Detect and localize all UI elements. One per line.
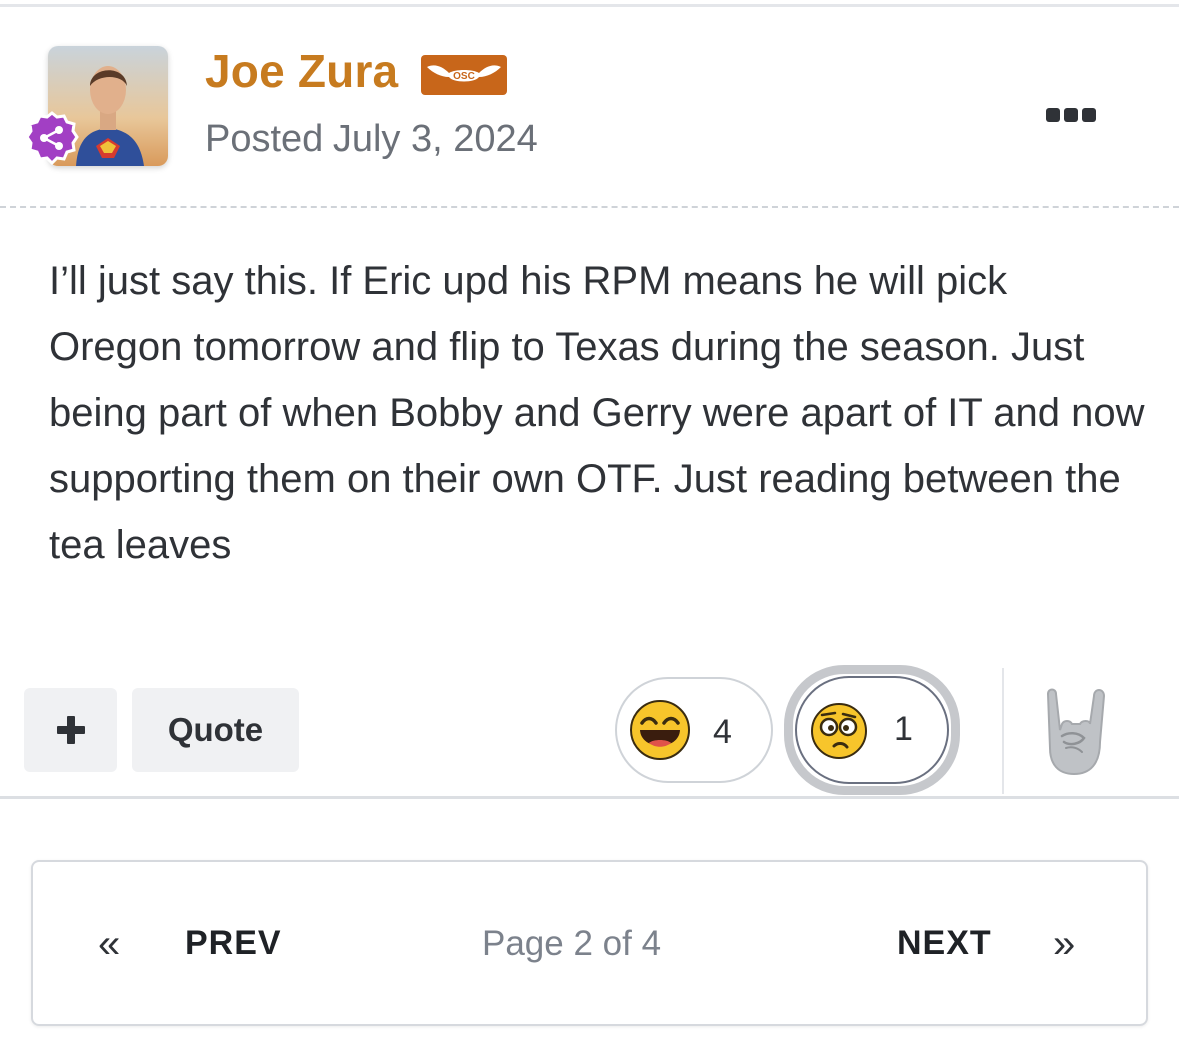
double-chevron-left-icon[interactable]: « xyxy=(98,922,120,967)
reaction-confused[interactable]: 1 xyxy=(784,665,960,795)
multiquote-button[interactable] xyxy=(24,688,117,772)
quote-button[interactable]: Quote xyxy=(132,688,299,772)
prev-page-button[interactable]: PREV xyxy=(185,924,282,963)
reaction-laugh[interactable]: 4 xyxy=(615,677,773,783)
post-content: I’ll just say this. If Eric upd his RPM … xyxy=(49,259,1145,567)
rock-on-hand-reaction-icon[interactable] xyxy=(1040,684,1112,776)
next-page-button[interactable]: NEXT xyxy=(897,924,992,963)
confused-emoji-icon xyxy=(811,703,867,759)
top-divider xyxy=(0,4,1179,7)
author-avatar[interactable] xyxy=(25,46,168,166)
header-divider xyxy=(0,206,1179,208)
reaction-laugh-count: 4 xyxy=(713,713,732,751)
reaction-divider xyxy=(1002,668,1004,794)
group-share-badge-icon xyxy=(25,111,79,166)
double-chevron-right-icon[interactable]: » xyxy=(1053,922,1075,967)
rank-badge-text: OSC xyxy=(453,71,475,82)
laughing-emoji-icon xyxy=(630,700,690,760)
pagination: « PREV Page 2 of 4 NEXT » xyxy=(31,860,1148,1026)
posted-label: Posted xyxy=(205,118,324,160)
plus-icon xyxy=(56,716,85,744)
actions-divider xyxy=(0,796,1179,799)
page-indicator[interactable]: Page 2 of 4 xyxy=(482,924,661,964)
reaction-confused-count: 1 xyxy=(894,710,913,748)
more-options-icon[interactable] xyxy=(1046,107,1096,123)
rank-badge-icon: OSC xyxy=(421,55,507,95)
post-date: Posted July 3, 2024 xyxy=(205,118,538,161)
posted-date[interactable]: July 3, 2024 xyxy=(333,118,538,160)
author-name[interactable]: Joe Zura xyxy=(205,44,398,98)
